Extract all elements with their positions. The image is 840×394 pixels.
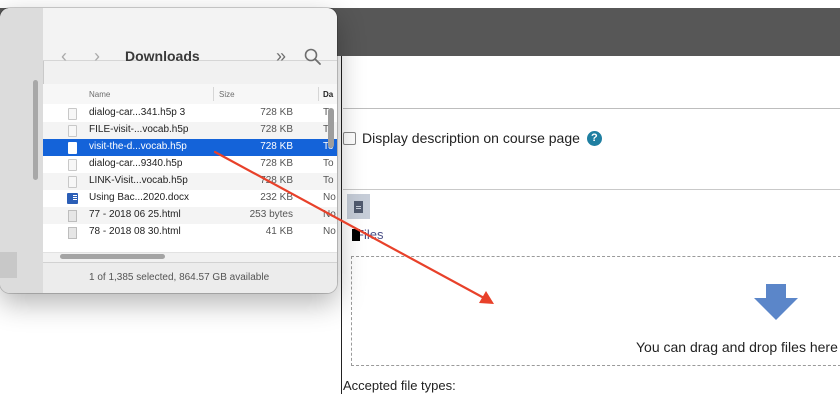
column-date[interactable]: Da [323, 90, 333, 99]
column-divider[interactable] [213, 87, 214, 101]
file-size: 728 KB [260, 107, 293, 118]
status-text: 1 of 1,385 selected, 864.57 GB available [89, 272, 270, 283]
file-name: LINK-Visit...vocab.h5p [89, 175, 188, 186]
file-icon [68, 159, 77, 171]
file-row[interactable]: 78 - 2018 08 30.html 41 KB No [43, 224, 337, 241]
file-date: No [323, 226, 336, 237]
list-horizontal-scrollbar[interactable] [60, 254, 165, 259]
html-file-icon [68, 227, 77, 239]
file-date: No [323, 209, 336, 220]
file-date: No [323, 192, 336, 203]
more-toolbar-button[interactable]: » [276, 46, 286, 67]
file-size: 728 KB [260, 124, 293, 135]
files-folder-link[interactable]: Files [352, 227, 384, 242]
folder-marker-icon [352, 229, 360, 241]
list-vertical-scrollbar[interactable] [328, 108, 334, 148]
file-manager: Files You can drag and drop files here t [343, 189, 840, 370]
finder-window: ‹ › Downloads » Name Size Da dialog-car.… [0, 8, 337, 293]
file-row-selected[interactable]: visit-the-d...vocab.h5p 728 KB To [43, 139, 337, 156]
html-file-icon [68, 210, 77, 222]
sidebar-item[interactable] [0, 252, 17, 278]
display-description-checkbox[interactable] [343, 131, 356, 145]
drop-zone-instructions: You can drag and drop files here t [636, 339, 840, 355]
add-file-button[interactable] [347, 194, 370, 219]
file-icon [68, 176, 77, 188]
file-row[interactable]: 77 - 2018 06 25.html 253 bytes No [43, 207, 337, 224]
column-header: Name Size Da [43, 84, 337, 105]
finder-toolbar: ‹ › Downloads » [43, 8, 337, 66]
download-arrow-icon [754, 284, 798, 320]
file-name: dialog-car...341.h5p 3 [89, 107, 186, 118]
file-size: 232 KB [260, 192, 293, 203]
file-size: 41 KB [265, 226, 293, 237]
column-size[interactable]: Size [219, 90, 235, 99]
word-document-icon [67, 193, 78, 204]
file-icon [68, 125, 77, 137]
files-label: Files [356, 227, 384, 242]
file-name: visit-the-d...vocab.h5p [89, 141, 187, 152]
file-row[interactable]: FILE-visit-...vocab.h5p 728 KB To [43, 122, 337, 139]
file-date: To [323, 175, 334, 186]
description-editor-area[interactable] [343, 56, 840, 109]
file-name: dialog-car...9340.h5p [89, 158, 183, 169]
file-size: 253 bytes [249, 209, 293, 220]
file-name: 77 - 2018 06 25.html [89, 209, 181, 220]
file-date: To [323, 158, 334, 169]
file-row[interactable]: Using Bac...2020.docx 232 KB No [43, 190, 337, 207]
search-icon[interactable] [303, 47, 323, 67]
help-icon[interactable]: ? [586, 130, 602, 146]
document-icon [354, 200, 363, 213]
display-description-label: Display description on course page [362, 130, 580, 146]
finder-sidebar [0, 8, 44, 293]
column-name[interactable]: Name [89, 90, 110, 99]
file-icon [68, 142, 77, 154]
page: Display description on course page ? Fil… [0, 0, 840, 394]
file-icon [68, 108, 77, 120]
content-left-border [341, 56, 342, 394]
file-size: 728 KB [260, 158, 293, 169]
status-bar: 1 of 1,385 selected, 864.57 GB available [43, 262, 337, 293]
file-name: 78 - 2018 08 30.html [89, 226, 181, 237]
forward-button[interactable]: › [94, 46, 100, 67]
file-drop-zone[interactable]: You can drag and drop files here t [351, 256, 840, 366]
column-divider[interactable] [318, 87, 319, 101]
sidebar-scrollbar[interactable] [33, 80, 38, 180]
accepted-file-types-label: Accepted file types: [343, 378, 456, 393]
display-description-row: Display description on course page ? [343, 128, 602, 148]
back-button[interactable]: ‹ [61, 46, 67, 67]
file-size: 728 KB [260, 141, 293, 152]
file-row[interactable]: LINK-Visit...vocab.h5p 728 KB To [43, 173, 337, 190]
file-size: 728 KB [260, 175, 293, 186]
file-name: FILE-visit-...vocab.h5p [89, 124, 189, 135]
file-row[interactable]: dialog-car...9340.h5p 728 KB To [43, 156, 337, 173]
file-row[interactable]: dialog-car...341.h5p 3 728 KB To [43, 105, 337, 122]
file-list: dialog-car...341.h5p 3 728 KB To FILE-vi… [43, 104, 337, 252]
file-name: Using Bac...2020.docx [89, 192, 190, 203]
folder-title: Downloads [125, 48, 200, 64]
